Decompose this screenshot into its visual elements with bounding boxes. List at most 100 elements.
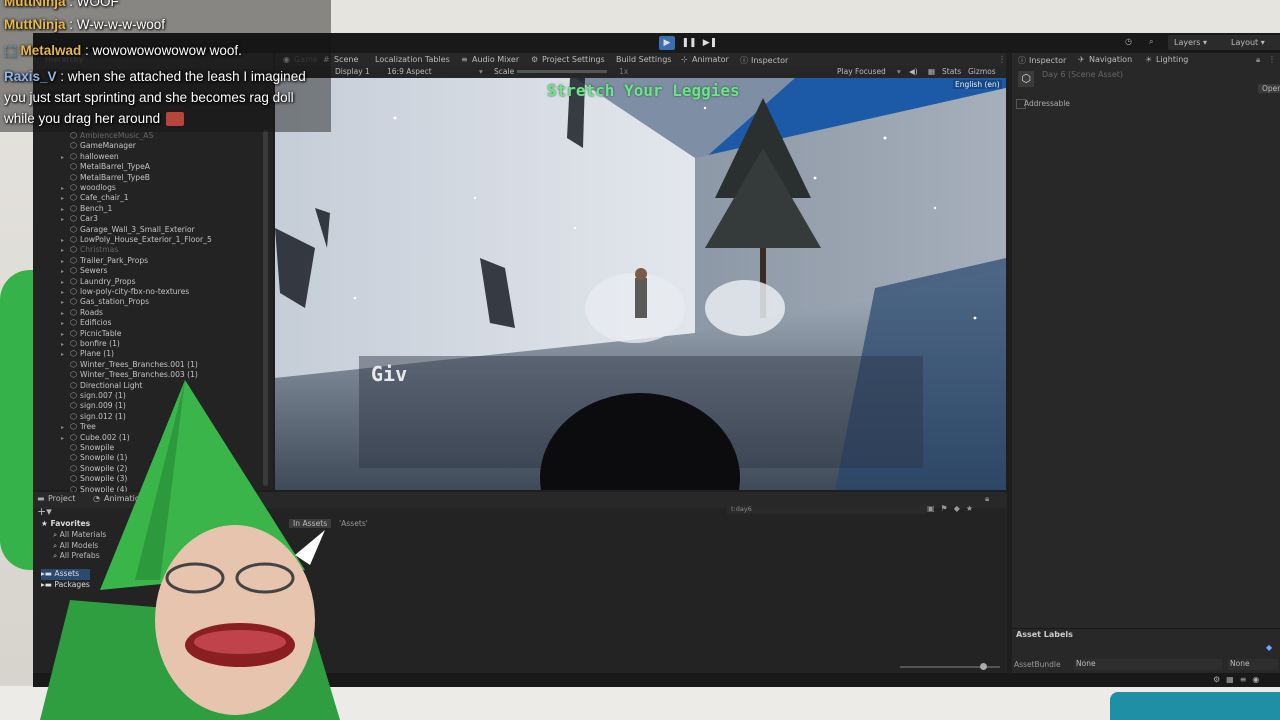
label-tag-icon[interactable]: ◆ [1266,643,1272,652]
scale-label: Scale [494,67,515,76]
inspector-menu-icon[interactable]: ⋮ [1268,55,1276,64]
aspect-dropdown[interactable]: 16:9 Aspect [387,67,432,76]
tab-audio-mixer[interactable]: ≡ Audio Mixer [461,55,519,64]
scale-value: 1x [619,67,629,76]
expand-arrow-icon[interactable]: ▸ [61,194,70,204]
display-dropdown[interactable]: Display 1 [335,67,370,76]
lock-icon[interactable]: 🔒︎ [1256,55,1260,65]
expand-arrow-icon[interactable]: ▸ [61,153,70,163]
mute-audio-icon[interactable]: ◀) [909,67,918,76]
hierarchy-item[interactable]: ▸ ⬡ Plane (1) [61,349,114,359]
couch [1110,692,1280,720]
project-search-input[interactable]: t:day6 [727,505,927,514]
history-icon[interactable]: ◷ [1125,37,1132,46]
expand-arrow-icon[interactable]: ▸ [61,215,70,225]
hierarchy-item-label: Trailer_Park_Props [80,255,149,265]
tab-inspector-center[interactable]: ⓘ Inspector [740,55,788,66]
play-focused-dropdown[interactable]: Play Focused [837,67,886,76]
hierarchy-item[interactable]: ▸ ⬡ Cafe_chair_1 [61,193,129,203]
expand-arrow-icon[interactable]: ▸ [61,205,70,215]
hierarchy-item[interactable]: ▸ ⬡ PicnicTable [61,328,121,339]
expand-arrow-icon[interactable]: ▸ [61,319,70,329]
hierarchy-item[interactable]: ▸ ⬡ Laundry_Props [61,277,136,287]
tab-inspector-center-label: Inspector [751,56,789,65]
hierarchy-item[interactable]: ⬡ GameManager [70,141,136,151]
hierarchy-item[interactable]: ▸ ⬡ Christmas [61,245,118,255]
gameobject-icon: ⬡ [70,203,77,213]
layout-label: Layout [1231,38,1259,47]
game-view[interactable]: Stretch Your Leggies Giv English (en) [275,78,1006,490]
more-options-icon[interactable]: ⋮ [998,55,1006,64]
expand-arrow-icon[interactable]: ▸ [61,350,70,360]
expand-arrow-icon[interactable]: ▸ [61,184,70,194]
language-dropdown[interactable]: English (en) [953,80,1002,89]
stats-grid-icon[interactable]: ▦ [928,67,935,76]
hierarchy-item[interactable]: ▸ ⬡ halloween [61,152,119,162]
chat-message: MuttNinja : W-w-w-w-woof [4,17,165,32]
layout-dropdown[interactable]: Layout ▾ [1225,35,1280,50]
stats-toggle[interactable]: Stats [942,67,961,76]
expand-arrow-icon[interactable]: ▸ [61,246,70,256]
play-button[interactable]: ▶ [659,36,675,50]
hierarchy-item[interactable]: ▸ ⬡ LowPoly_House_Exterior_1_Floor_5 [61,235,212,245]
gameobject-icon: ⬡ [70,245,77,255]
search-icon[interactable]: ⌕ [1149,37,1153,47]
status-icons[interactable]: ⚙▦≡◉ [1213,675,1265,684]
hierarchy-item-label: MetalBarrel_TypeB [80,172,150,182]
tab-build-settings[interactable]: Build Settings [616,55,671,64]
pause-button[interactable]: ❚❚ [681,36,697,50]
lightbulb-icon: ☀ [1145,55,1153,64]
project-lock-icon[interactable]: 🔒︎ [985,494,989,504]
assetbundle-value: None [1076,659,1096,668]
zoom-slider[interactable] [900,663,1000,670]
open-button[interactable]: Open [1258,84,1280,93]
step-button[interactable]: ▶❚ [702,36,718,50]
expand-arrow-icon[interactable]: ▸ [61,309,70,319]
hierarchy-item[interactable]: ▸ ⬡ bonfire (1) [61,339,120,349]
hierarchy-item[interactable]: ▸ ⬡ Trailer_Park_Props [61,255,149,266]
tab-animator[interactable]: ⊹ Animator [681,55,729,64]
hierarchy-item[interactable]: ⬡ Winter_Trees_Branches.003 (1) [70,370,198,380]
hierarchy-item[interactable]: ▸ ⬡ Roads [61,307,104,318]
hierarchy-item[interactable]: ⬡ Winter_Trees_Branches.001 (1) [70,360,198,370]
hierarchy-item[interactable]: ⬡ AmbienceMusic_AS [70,131,153,141]
hierarchy-item-label: Winter_Trees_Branches.003 (1) [80,370,198,380]
gameobject-icon: ⬡ [70,172,77,182]
expand-arrow-icon[interactable]: ▸ [61,257,70,267]
tab-scene-label: Scene [334,55,359,64]
tab-inspector[interactable]: ⓘ Inspector [1018,55,1066,66]
expand-arrow-icon[interactable]: ▸ [61,267,70,277]
hierarchy-item[interactable]: ▸ ⬡ Car3 [61,214,98,224]
assetbundle-dropdown[interactable]: None [1074,659,1222,670]
assetbundle-variant-value: None [1230,659,1250,668]
expand-arrow-icon[interactable]: ▸ [61,288,70,298]
project-search-filters[interactable]: ▣⚑◆★ [927,504,979,513]
chat-text: : WOOF [65,0,119,9]
tab-navigation[interactable]: ✈ Navigation [1078,55,1132,64]
hierarchy-item[interactable]: ⬡ MetalBarrel_TypeB [70,173,150,183]
hierarchy-item-label: Roads [80,307,104,317]
hierarchy-item[interactable]: ▸ ⬡ Edificios [61,318,111,328]
gameobject-icon: ⬡ [70,183,77,192]
tab-localization-tables[interactable]: Localization Tables [375,55,450,64]
gizmos-dropdown[interactable]: Gizmos [968,67,996,76]
hierarchy-item[interactable]: ⬡ Garage_Wall_3_Small_Exterior [70,225,195,235]
hierarchy-item[interactable]: ▸ ⬡ woodlogs [61,183,116,193]
hierarchy-item[interactable]: ▸ ⬡ Gas_station_Props [61,297,149,307]
expand-arrow-icon[interactable]: ▸ [61,298,70,308]
expand-arrow-icon[interactable]: ▸ [61,330,70,340]
expand-arrow-icon[interactable]: ▸ [61,340,70,350]
assetbundle-variant-dropdown[interactable]: None [1228,659,1278,670]
tab-lighting[interactable]: ☀ Lighting [1145,55,1188,64]
gameobject-icon: ⬡ [70,328,77,338]
hierarchy-item[interactable]: ⬡ MetalBarrel_TypeA [70,162,150,172]
hierarchy-item[interactable]: ▸ ⬡ Bench_1 [61,203,112,214]
expand-arrow-icon[interactable]: ▸ [61,278,70,288]
hierarchy-item[interactable]: ▸ ⬡ low-poly-city-fbx-no-textures [61,287,189,297]
chat-message: Raxis_V : when she attached the leash I … [4,69,306,84]
hierarchy-item[interactable]: ▸ ⬡ Sewers [61,266,107,276]
tab-project-settings[interactable]: ⚙ Project Settings [531,55,605,64]
scale-slider[interactable] [517,70,607,73]
expand-arrow-icon[interactable]: ▸ [61,236,70,246]
layers-dropdown[interactable]: Layers ▾ [1168,35,1230,50]
